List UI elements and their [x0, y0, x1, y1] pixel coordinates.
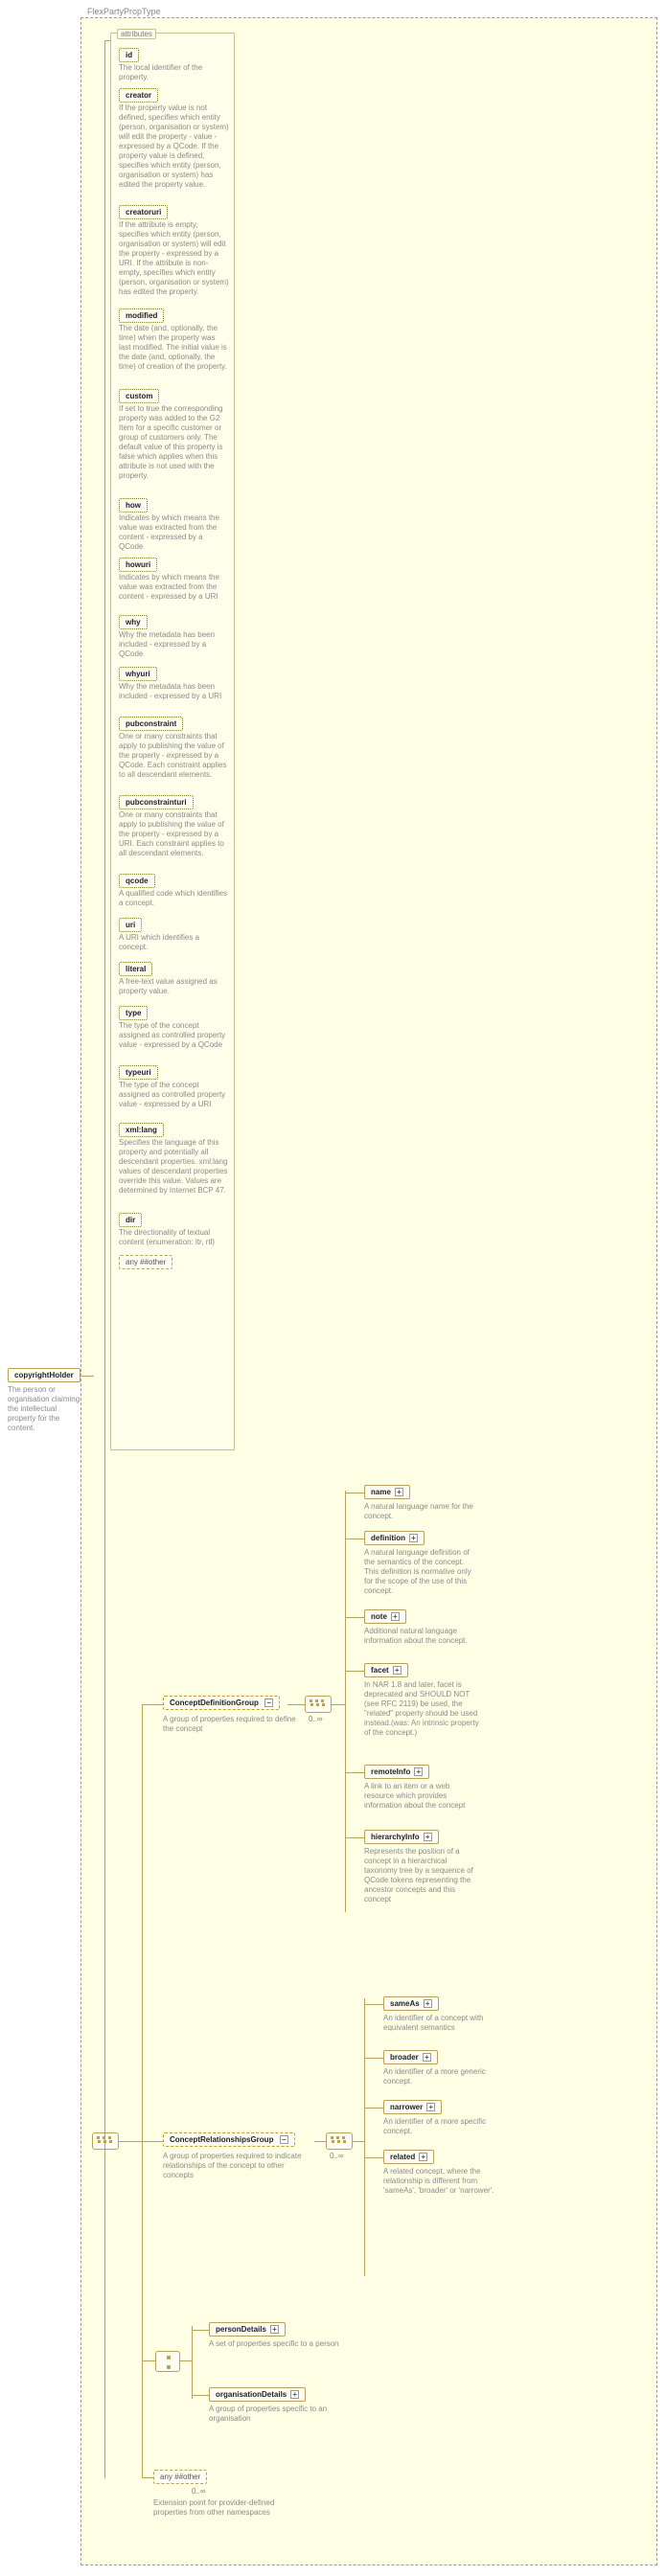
choice-persondetails[interactable]: personDetails+ [209, 2322, 286, 2337]
expand-icon[interactable]: + [393, 1666, 402, 1675]
attr-pubconstrainturi[interactable]: pubconstrainturi [119, 795, 194, 809]
cdg-note-desc: Additional natural language information … [364, 1627, 479, 1646]
cdg-name-desc: A natural language name for the concept. [364, 1502, 479, 1521]
attr-modified[interactable]: modified [119, 308, 164, 323]
attr-howuri[interactable]: howuri [119, 558, 157, 572]
expand-icon[interactable]: − [264, 1698, 273, 1707]
attr-pubconstraint[interactable]: pubconstraint [119, 717, 183, 731]
root-element-label: copyrightHolder [14, 1371, 74, 1379]
expand-icon[interactable]: + [409, 1534, 418, 1542]
sequence-marker-crg [326, 2132, 353, 2150]
attr-custom-desc: If set to true the corresponding propert… [119, 404, 229, 481]
type-label: FlexPartyPropType [87, 7, 161, 16]
attr-type-desc: The type of the concept assigned as cont… [119, 1021, 229, 1050]
occur-any: 0..∞ [192, 2487, 206, 2496]
attr-dir-desc: The directionality of textual content (e… [119, 1228, 229, 1247]
expand-icon[interactable]: + [424, 1833, 432, 1841]
attr-dir[interactable]: dir [119, 1213, 142, 1227]
cdg-name[interactable]: name+ [364, 1485, 410, 1499]
expand-icon[interactable]: + [423, 2053, 431, 2062]
choice-organisationdetails[interactable]: organisationDetails+ [209, 2387, 306, 2402]
expand-icon[interactable]: + [414, 1767, 423, 1776]
attr-whyuri-desc: Why the metadata has been included - exp… [119, 682, 229, 701]
attr-why-desc: Why the metadata has been included - exp… [119, 630, 229, 659]
attr-creatoruri[interactable]: creatoruri [119, 205, 168, 219]
root-desc: The person or organisation claiming the … [8, 1385, 82, 1433]
group-conceptrelationships[interactable]: ConceptRelationshipsGroup − [163, 2132, 295, 2147]
attr-creator[interactable]: creator [119, 88, 158, 103]
cdg-definition[interactable]: definition+ [364, 1531, 425, 1545]
attr-uri-desc: A URI which identifies a concept. [119, 933, 229, 952]
attr-qcode-desc: A qualified code which identifies a conc… [119, 889, 229, 908]
crg-narrower-desc: An identifier of a more specific concept… [383, 2117, 498, 2136]
cdg-hierarchyinfo-desc: Represents the position of a concept in … [364, 1847, 479, 1904]
expand-icon[interactable]: + [290, 2390, 299, 2399]
attr-any-other[interactable]: any ##other [119, 1255, 172, 1269]
occur-cdg: 0..∞ [309, 1715, 323, 1723]
expand-icon[interactable]: + [424, 1999, 432, 2008]
attr-howuri-desc: Indicates by which means the value was e… [119, 573, 229, 602]
attr-custom[interactable]: custom [119, 389, 159, 403]
expand-icon[interactable]: + [395, 1488, 403, 1496]
cdg-facet-desc: In NAR 1.8 and later, facet is deprecate… [364, 1680, 479, 1738]
attr-literal-desc: A free-text value assigned as property v… [119, 977, 229, 996]
any-other-desc: Extension point for provider-defined pro… [153, 2498, 287, 2518]
crg-broader[interactable]: broader+ [383, 2050, 438, 2064]
attr-creatoruri-desc: If the attribute is empty, specifies whi… [119, 220, 229, 297]
attr-id-desc: The local identifier of the property. [119, 63, 234, 82]
sequence-marker-root [92, 2132, 119, 2150]
crg-broader-desc: An identifier of a more generic concept. [383, 2067, 498, 2086]
attr-literal[interactable]: literal [119, 962, 152, 976]
expand-icon[interactable]: + [426, 2103, 435, 2111]
attr-creator-desc: If the property value is not defined, sp… [119, 103, 229, 190]
attr-how[interactable]: how [119, 498, 148, 513]
occur-crg: 0..∞ [330, 2152, 344, 2160]
attr-typeuri-desc: The type of the concept assigned as cont… [119, 1081, 229, 1109]
crg-sameas-desc: An identifier of a concept with equivale… [383, 2014, 498, 2033]
attr-modified-desc: The date (and, optionally, the time) whe… [119, 324, 229, 372]
attr-qcode[interactable]: qcode [119, 874, 155, 888]
cdg-definition-desc: A natural language definition of the sem… [364, 1548, 479, 1596]
root-element[interactable]: copyrightHolder [8, 1368, 80, 1382]
group-conceptdefinition[interactable]: ConceptDefinitionGroup − [163, 1696, 280, 1710]
cdg-hierarchyinfo[interactable]: hierarchyInfo+ [364, 1830, 439, 1844]
attr-type[interactable]: type [119, 1006, 148, 1020]
expand-icon[interactable]: + [270, 2325, 279, 2334]
attr-pubconstraint-desc: One or many constraints that apply to pu… [119, 732, 229, 780]
crg-sameas[interactable]: sameAs+ [383, 1996, 439, 2011]
attributes-label: attributes [117, 29, 156, 39]
attr-pubconstrainturi-desc: One or many constraints that apply to pu… [119, 810, 229, 858]
choice-marker [155, 2351, 180, 2372]
attr-how-desc: Indicates by which means the value was e… [119, 513, 229, 552]
choice-persondetails-desc: A set of properties specific to a person [209, 2339, 343, 2349]
expand-icon[interactable]: − [280, 2135, 288, 2144]
attr-typeuri[interactable]: typeuri [119, 1065, 158, 1080]
any-other-bottom[interactable]: any ##other [153, 2470, 207, 2484]
cdg-remoteinfo[interactable]: remoteInfo+ [364, 1765, 429, 1779]
group-crg-desc: A group of properties required to indica… [163, 2152, 316, 2180]
cdg-facet[interactable]: facet+ [364, 1663, 408, 1677]
attr-id[interactable]: id [119, 48, 139, 62]
expand-icon[interactable]: + [419, 2153, 427, 2161]
crg-related[interactable]: related+ [383, 2150, 434, 2164]
attr-whyuri[interactable]: whyuri [119, 667, 157, 681]
cdg-remoteinfo-desc: A link to an item or a web resource whic… [364, 1782, 479, 1811]
crg-narrower[interactable]: narrower+ [383, 2100, 442, 2114]
attr-xmllang-desc: Specifies the language of this property … [119, 1138, 229, 1196]
attr-uri[interactable]: uri [119, 918, 142, 932]
expand-icon[interactable]: + [391, 1612, 400, 1621]
attr-why[interactable]: why [119, 615, 148, 629]
attr-xmllang[interactable]: xml:lang [119, 1123, 164, 1137]
cdg-note[interactable]: note+ [364, 1609, 406, 1624]
choice-organisationdetails-desc: A group of properties specific to an org… [209, 2405, 343, 2424]
group-cdg-desc: A group of properties required to define… [163, 1715, 307, 1734]
sequence-marker-cdg [305, 1696, 332, 1713]
crg-related-desc: A related concept, where the relationshi… [383, 2167, 498, 2196]
